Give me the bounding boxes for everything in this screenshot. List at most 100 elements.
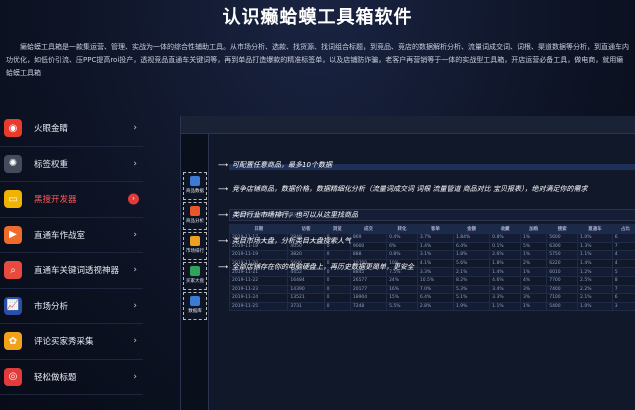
tool-icon	[190, 266, 200, 276]
table-cell: 2019-11-22	[228, 275, 289, 286]
table-header-cell: 转化	[386, 224, 418, 234]
table-cell: 2.2%	[577, 284, 613, 295]
sidebar-item-3[interactable]: ▭ 黑搜开发器 ›	[0, 182, 143, 218]
flower-icon: ✿	[4, 332, 22, 351]
table-cell: 1.4%	[577, 258, 613, 269]
sidebar-item-label: 黑搜开发器	[34, 195, 77, 206]
sidebar-item-1[interactable]: ◉ 火眼金睛 ›	[0, 111, 143, 147]
feature-note-1: ⟶ 可配置任意商品，最多10个数据	[218, 160, 332, 170]
table-row: 2019-11-24 13521 0 18904 15% 6.4% 5.1% 3.3% 3% 71…	[228, 293, 635, 303]
sidebar-item-label: 评论买家秀采集	[34, 337, 94, 348]
table-cell: 6	[611, 233, 635, 243]
table-cell: 4%	[519, 275, 548, 286]
tool-button-3[interactable]: 市场排行	[183, 232, 207, 260]
table-cell: 8	[611, 275, 635, 286]
table-cell: 3%	[519, 293, 548, 303]
table-cell: 4	[611, 258, 635, 269]
tool-button-4[interactable]: 买家大盘	[183, 262, 207, 290]
fire-eye-icon: ◉	[4, 119, 22, 138]
sidebar-item-5[interactable]: ⌕ 直通车关键词透视神器 ›	[0, 253, 143, 289]
sidebar-item-8[interactable]: ◎ 轻松做标题 ›	[0, 360, 143, 395]
table-cell: 7100	[546, 293, 579, 303]
table-header-cell: 加购	[519, 224, 548, 234]
table-cell: 3.3%	[489, 293, 521, 303]
table-cell: 7	[611, 241, 635, 252]
table-cell: 5.6%	[453, 258, 491, 269]
table-cell: 3%	[519, 284, 548, 295]
tool-button-1[interactable]: 商品数据	[183, 172, 207, 200]
sidebar-item-4[interactable]: ▶ 直通车作战室 ›	[0, 218, 143, 253]
sidebar-item-label: 市场分析	[34, 301, 69, 312]
feature-note-text: 可配置任意商品，最多10个数据	[232, 161, 332, 169]
table-header-cell: 占比	[611, 224, 635, 234]
screenshot-toolbar: 商品数据 商品分析 市场排行 买家大盘数据库	[181, 134, 209, 410]
sidebar: ◉ 火眼金睛 › ✺ 标签权重 › ▭ 黑搜开发器 › ▶ 直通车作战室 › ⌕ 直通车关键词透视神器 › 📈…	[0, 111, 143, 410]
table-cell: 6220	[546, 258, 579, 269]
laptop-icon: ▭	[4, 190, 22, 209]
screenshot-topbar	[181, 116, 635, 134]
table-cell: 0.1%	[489, 241, 521, 252]
table-header-cell: 直通车	[577, 224, 613, 234]
table-cell: 7248	[349, 301, 388, 312]
table-cell: 13521	[287, 293, 325, 303]
tool-icon	[190, 236, 200, 246]
table-cell: 1.3%	[577, 241, 613, 252]
feature-note-5: ⟶ 全部店铺存在你的电脑硬盘上，再历史数据更简单，更安全	[218, 262, 414, 272]
table-cell: 5%	[519, 241, 548, 252]
table-cell: 3731	[287, 301, 325, 312]
table-cell: 1.2%	[577, 267, 613, 277]
table-cell: 3.1%	[416, 250, 455, 260]
table-cell: 7.0%	[416, 284, 455, 295]
arrow-right-icon: ⟶	[218, 263, 229, 271]
table-cell: 1.8%	[453, 250, 491, 260]
tool-button-2[interactable]: 商品分析	[183, 202, 207, 230]
table-cell: 5.3%	[453, 284, 491, 295]
table-cell: 2.5%	[577, 275, 613, 286]
tool-icon	[190, 176, 200, 186]
table-cell: 5.5%	[386, 301, 418, 312]
chevron-right-icon: ›	[133, 158, 137, 169]
tool-label: 数据库	[188, 309, 202, 314]
table-cell: 2019-11-25	[228, 301, 289, 312]
table-cell: 16%	[386, 284, 418, 295]
table-cell: 0	[323, 293, 351, 303]
sidebar-item-6[interactable]: 📈 市场分析 ›	[0, 289, 143, 324]
chart-icon: 📈	[4, 296, 22, 315]
table-cell: 1.9%	[453, 301, 491, 312]
sidebar-item-label: 火眼金睛	[34, 124, 69, 135]
sidebar-item-7[interactable]: ✿ 评论买家秀采集 ›	[0, 324, 143, 360]
table-cell: 1.1%	[489, 301, 521, 312]
table-cell: 869	[349, 233, 388, 243]
table-cell: 3	[611, 301, 635, 312]
table-cell: 15%	[386, 293, 418, 303]
table-cell: 4.1%	[416, 258, 455, 269]
table-cell: 1.0%	[577, 301, 613, 312]
arrow-right-icon: ⟶	[218, 185, 229, 193]
feature-note-text: 竞争店铺商品，数据价格，数据精细化分析（流量词成交词 词根 流量管道 商品对比 …	[232, 185, 588, 193]
chevron-right-icon: ›	[133, 336, 137, 347]
tool-button-5[interactable]: 数据库	[183, 292, 207, 320]
feature-note-text: 类目行业市场排行，也可以从这里找商品	[232, 211, 359, 219]
sidebar-item-2[interactable]: ✺ 标签权重 ›	[0, 147, 143, 182]
table-cell: 1%	[519, 250, 548, 260]
table-cell: 1.84%	[453, 233, 491, 243]
table-cell: 6	[611, 293, 635, 303]
table-cell: 6300	[546, 241, 579, 252]
table-cell: 1%	[519, 233, 548, 243]
table-cell: 1.1%	[577, 250, 613, 260]
table-cell: 1.0%	[577, 233, 613, 243]
arrow-right-icon: ⟶	[218, 161, 229, 169]
table-cell: 14390	[287, 284, 325, 295]
sidebar-item-label: 直通车作战室	[34, 230, 86, 241]
page-title: 认识癞蛤蟆工具箱软件	[222, 7, 413, 28]
feature-note-text: 全部店铺存在你的电脑硬盘上，再历史数据更简单，更安全	[232, 263, 415, 271]
chevron-right-icon: ›	[128, 193, 139, 205]
feature-note-text: 类目市场大盘，分析类目大盘搜索人气	[232, 237, 352, 245]
table-cell: 0.8%	[489, 233, 521, 243]
table-cell: 26577	[349, 275, 388, 286]
table-header-cell: 客单	[416, 224, 455, 234]
table-cell: 6%	[386, 241, 418, 252]
table-header-cell: 金额	[453, 224, 491, 234]
table-cell: 0	[323, 284, 351, 295]
table-cell: 3.4%	[489, 284, 521, 295]
